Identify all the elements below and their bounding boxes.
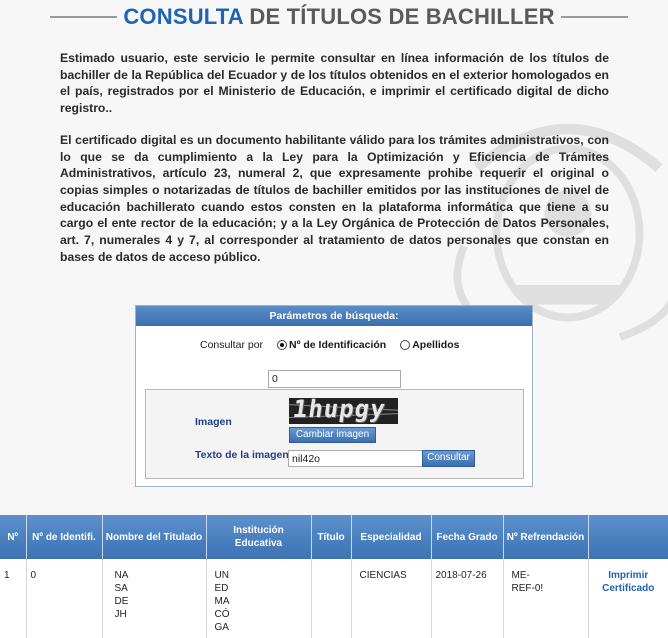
col-header-identificacion: Nº de Identifi. xyxy=(26,515,103,559)
cell-especialidad: CIENCIAS xyxy=(351,559,432,638)
title-rest: DE TÍTULOS DE BACHILLER xyxy=(249,4,555,29)
cell-fecha: 2018-07-26 xyxy=(431,559,504,638)
cell-refrendacion-text: ME- REF-0! xyxy=(511,570,544,594)
captcha-text-label: Texto de la imagen: xyxy=(195,449,293,461)
col-header-especialidad: Especialidad xyxy=(351,515,432,559)
captcha-text-input[interactable]: nil42o xyxy=(288,450,425,467)
col-header-n: Nº xyxy=(0,515,27,559)
col-header-fecha: Fecha Grado xyxy=(431,515,504,559)
radio-apellidos[interactable]: Apellidos xyxy=(400,339,459,351)
intro-text: Estimado usuario, este servicio le permi… xyxy=(60,50,609,265)
captcha-image: 1hupgy xyxy=(289,398,398,424)
intro-paragraph-1: Estimado usuario, este servicio le permi… xyxy=(60,51,609,116)
radio-apellidos-dot[interactable] xyxy=(400,340,411,350)
captcha-box: Imagen 1hupgy Cambiar imagen Texto de la… xyxy=(145,389,524,479)
title-rule-right xyxy=(560,16,628,18)
cell-nombre-text: NA SA DE JH xyxy=(114,570,129,620)
radio-identificacion-label: Nº de Identificación xyxy=(289,339,387,351)
col-header-refrendacion: Nº Refrendación xyxy=(503,515,589,559)
search-panel-header: Parámetros de búsqueda: xyxy=(136,306,532,326)
col-header-institucion: Institución Educativa xyxy=(206,515,312,559)
radio-apellidos-label: Apellidos xyxy=(412,339,460,351)
table-row: 1 0 NA SA DE JH UN ED MA CÓ GA CIENCIAS … xyxy=(0,559,668,638)
cell-titulo xyxy=(311,559,352,638)
cell-action: Imprimir Certificado xyxy=(588,559,668,638)
col-header-titulo: Título xyxy=(311,515,352,559)
cell-n: 1 xyxy=(0,559,27,638)
results-header-row: Nº Nº de Identifi. Nombre del Titulado I… xyxy=(0,515,668,559)
consult-by-row: Consultar por Nº de Identificación Apell… xyxy=(200,339,473,351)
consult-by-label: Consultar por xyxy=(200,339,264,351)
cell-institucion: UN ED MA CÓ GA xyxy=(206,559,312,638)
col-header-nombre: Nombre del Titulado xyxy=(102,515,207,559)
cell-nombre: NA SA DE JH xyxy=(102,559,207,638)
print-certificate-link[interactable]: Imprimir Certificado xyxy=(593,569,665,595)
radio-identificacion[interactable]: Nº de Identificación xyxy=(277,339,386,351)
cell-identificacion: 0 xyxy=(26,559,103,638)
cell-refrendacion: ME- REF-0! xyxy=(503,559,589,638)
captcha-image-text: 1hupgy xyxy=(291,398,388,423)
intro-paragraph-2: El certificado digital es un documento h… xyxy=(60,132,609,264)
col-header-action xyxy=(588,515,668,559)
page-title: CONSULTA DE TÍTULOS DE BACHILLER xyxy=(123,4,554,30)
search-panel: Parámetros de búsqueda: Consultar por Nº… xyxy=(135,305,533,487)
identification-input[interactable]: 0 xyxy=(268,370,401,388)
cell-institucion-text: UN ED MA CÓ GA xyxy=(214,570,230,633)
results-table: Nº Nº de Identifi. Nombre del Titulado I… xyxy=(0,515,668,638)
radio-identificacion-dot[interactable] xyxy=(277,340,288,350)
consultar-button[interactable]: Consultar xyxy=(422,450,475,467)
change-image-button[interactable]: Cambiar imagen xyxy=(289,427,376,443)
title-highlight: CONSULTA xyxy=(123,4,244,29)
imagen-label: Imagen xyxy=(195,416,232,428)
title-rule-left xyxy=(50,16,118,18)
page-header: CONSULTA DE TÍTULOS DE BACHILLER xyxy=(0,2,668,32)
